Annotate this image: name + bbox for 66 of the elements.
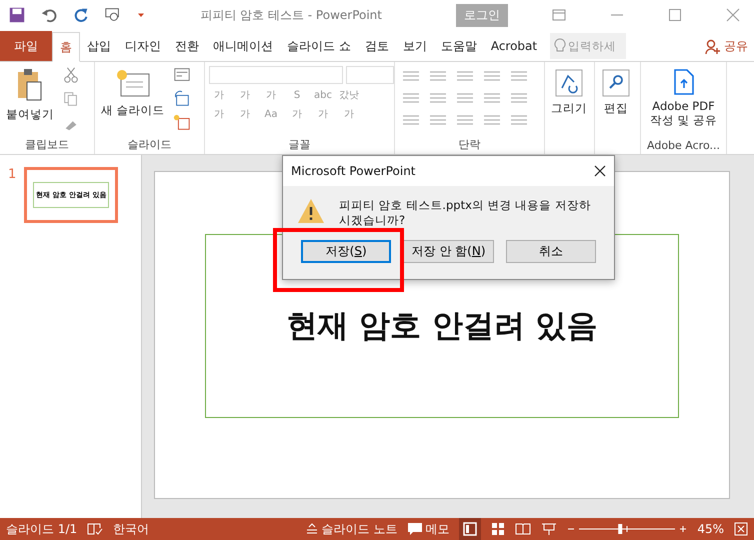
shapes-icon — [554, 68, 584, 98]
dialog-button[interactable]: 취소 — [506, 240, 596, 263]
layout-icon[interactable] — [172, 66, 191, 84]
font-format-button[interactable]: 가 — [261, 89, 281, 103]
notes-icon[interactable] — [306, 523, 318, 535]
group-label: 클립보드 — [25, 137, 69, 152]
font-format-button[interactable]: 가 — [339, 108, 359, 122]
font-format-button[interactable]: 갔낫 — [339, 89, 359, 103]
spell-check-icon[interactable] — [87, 522, 104, 536]
font-format-button[interactable]: 가 — [209, 89, 229, 103]
group-label: 슬라이드 — [128, 137, 172, 152]
reset-icon[interactable] — [172, 90, 191, 108]
editing-button[interactable]: 편집 — [599, 66, 633, 118]
font-size-field[interactable] — [346, 66, 394, 84]
font-format-button[interactable]: S — [287, 89, 307, 103]
lightbulb-icon — [554, 38, 566, 54]
file-upload-icon — [672, 68, 696, 96]
font-format-button[interactable]: 가 — [287, 108, 307, 122]
comments-button[interactable]: 메모 — [425, 520, 450, 538]
slide-number: 1 — [8, 167, 16, 182]
group-label: Adobe Acro... — [647, 139, 720, 152]
warning-icon — [297, 198, 325, 224]
drawing-button[interactable]: 그리기 — [549, 66, 589, 118]
presentation-icon[interactable] — [541, 522, 558, 536]
font-format-button[interactable]: Aa — [261, 108, 281, 122]
notes-button[interactable]: 슬라이드 노트 — [322, 520, 398, 538]
fit-to-window-icon[interactable] — [734, 522, 748, 536]
comment-icon[interactable] — [407, 522, 424, 536]
book-icon[interactable] — [515, 522, 532, 536]
adobe-pdf-button[interactable]: Adobe PDF 작성 및 공유 — [648, 66, 720, 130]
person-add-icon — [705, 38, 721, 54]
language-label[interactable]: 한국어 — [113, 520, 150, 538]
group-label: 글꼴 — [288, 137, 310, 152]
group-label: 단락 — [458, 137, 480, 152]
section-icon[interactable] — [172, 114, 191, 132]
share-button[interactable]: 공유 — [705, 38, 754, 55]
font-format-button[interactable]: 가 — [209, 108, 229, 122]
slide-counter: 슬라이드 1/1 — [6, 520, 78, 538]
close-icon[interactable] — [594, 165, 606, 177]
font-format-button[interactable]: 가 — [235, 108, 255, 122]
zoom-slider[interactable] — [567, 522, 688, 536]
zoom-level[interactable]: 45% — [697, 522, 724, 536]
search-field[interactable]: 입력하세 — [550, 33, 626, 59]
window-title: 피피티 암호 테스트 - PowerPoint — [200, 6, 382, 24]
new-slide-button[interactable]: 새 슬라이드 — [99, 66, 167, 120]
dialog-message: 피피티 암호 테스트.pptx의 변경 내용을 저장하시겠습니까? — [339, 198, 592, 228]
ribbon-options-icon[interactable] — [552, 8, 566, 22]
slide-title[interactable]: 현재 암호 안걸려 있음 — [286, 305, 598, 347]
font-format-button[interactable]: abc — [313, 89, 333, 103]
save-icon[interactable] — [8, 6, 26, 24]
dialog-button[interactable]: 저장(S) — [301, 240, 392, 263]
maximize-icon[interactable] — [668, 8, 682, 22]
normal-view-icon[interactable] — [459, 518, 482, 540]
dialog-button[interactable]: 저장 안 함(N) — [403, 240, 494, 263]
cut-icon[interactable] — [62, 66, 80, 84]
ribbon-tab[interactable]: 홈 — [52, 32, 80, 62]
dialog-title: Microsoft PowerPoint — [291, 164, 416, 178]
redo-icon[interactable] — [72, 6, 90, 24]
ribbon-tab[interactable]: 파일 — [0, 31, 52, 61]
font-format-button[interactable]: 가 — [313, 108, 333, 122]
paste-button[interactable]: 붙여넣기 — [4, 66, 56, 124]
search-icon — [601, 68, 631, 98]
font-name-field[interactable] — [209, 66, 343, 84]
grid-view-icon[interactable] — [491, 522, 506, 536]
slideshow-icon[interactable] — [104, 6, 122, 24]
font-format-button[interactable]: 가 — [235, 89, 255, 103]
